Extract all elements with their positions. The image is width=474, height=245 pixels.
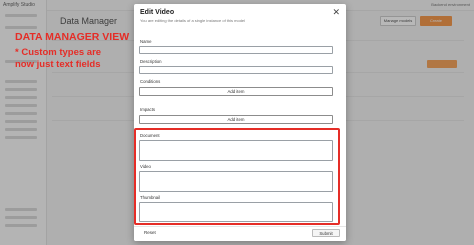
close-icon[interactable]: ✕ [332,8,340,17]
conditions-label: Conditions [140,79,161,84]
conditions-add-item-button[interactable]: Add item [139,87,333,96]
name-field[interactable] [139,46,333,54]
modal-subtitle: You are editing the details of a single … [140,18,246,23]
impacts-add-item-button[interactable]: Add item [139,115,333,124]
description-label: Description [140,59,162,64]
modal-title: Edit Video [140,9,175,16]
submit-button[interactable]: Submit [312,229,340,237]
highlight-box [134,128,340,225]
impacts-label: Impacts [140,107,156,112]
description-field[interactable] [139,66,333,74]
annotation-subtitle: * Custom types are now just text fields [15,47,102,70]
edit-video-modal: Edit Video You are editing the details o… [134,4,346,241]
name-label: Name [140,39,152,44]
annotation-title: DATA MANAGER VIEW [15,31,130,43]
reset-button[interactable]: Reset [144,230,156,235]
annotation: DATA MANAGER VIEW * Custom types are now… [15,31,129,71]
modal-footer: Reset Submit [134,226,346,241]
